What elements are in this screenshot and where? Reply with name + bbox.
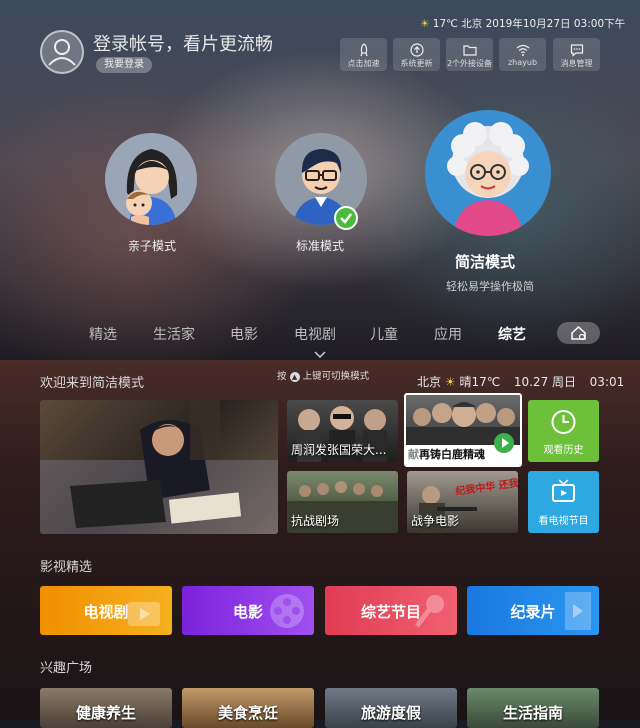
wifi-icon: [516, 44, 529, 56]
tab-kids[interactable]: 儿童: [370, 324, 398, 344]
status-bar: ☀ 17℃ 北京 2019年10月27日 03:00下午: [420, 16, 625, 31]
category-variety[interactable]: 综艺节目: [325, 586, 457, 635]
tab-tv-series[interactable]: 电视剧: [294, 324, 336, 344]
tile-2-caption: 献再铸白鹿精魂: [408, 448, 485, 461]
featured-tile-4[interactable]: 纪我中华 还我山河 战争电影: [407, 471, 518, 533]
category-variety-label: 综艺节目: [360, 603, 421, 621]
system-update-label: 系统更新: [400, 59, 433, 68]
mode-switch-hint: 按 ▲ 上键可切换模式: [277, 368, 369, 382]
external-devices-button[interactable]: 2个外接设备: [446, 38, 493, 71]
interest-life-guide[interactable]: 生活指南: [467, 688, 599, 728]
tile-1-caption: 周润发张国荣大...: [291, 443, 387, 457]
wifi-button[interactable]: zhayub: [499, 38, 546, 71]
rocket-icon: [359, 43, 368, 57]
tab-lifestyle[interactable]: 生活家: [153, 324, 195, 344]
category-tv-series[interactable]: 电视剧: [40, 586, 172, 635]
clock-icon: [551, 410, 576, 434]
tile-3-caption: 抗战剧场: [291, 514, 340, 528]
featured-tile-1[interactable]: 周润发张国荣大...: [287, 400, 398, 462]
speed-up-label: 点击加速: [347, 59, 380, 68]
tv-icon: [552, 479, 575, 502]
status-text: 17℃ 北京 2019年10月27日 03:00下午: [432, 18, 626, 30]
welcome-status: 北京 ☀ 晴17℃ 10.27 周日 03:01: [417, 373, 624, 390]
folder-icon: [462, 45, 477, 56]
home-icon: [571, 325, 586, 341]
wifi-label: zhayub: [507, 58, 538, 67]
interest-section-title: 兴趣广场: [40, 661, 93, 676]
date-text: 10.27 周日: [513, 375, 577, 389]
message-manage-button[interactable]: 消息管理: [553, 38, 600, 71]
interest-travel[interactable]: 旅游度假: [325, 688, 457, 728]
simple-mode-button[interactable]: [425, 110, 551, 236]
tab-variety[interactable]: 综艺: [498, 324, 526, 344]
interest-cooking[interactable]: 美食烹饪: [182, 688, 314, 728]
weather-text: 晴17℃: [459, 375, 501, 389]
sun-icon: ☀: [444, 375, 456, 389]
watch-history-button[interactable]: 观看历史: [528, 400, 599, 462]
category-movies-label: 电影: [232, 603, 263, 621]
category-documentary[interactable]: 纪录片: [467, 586, 599, 635]
welcome-title: 欢迎来到简洁模式: [40, 376, 145, 391]
user-icon: [48, 39, 76, 66]
featured-video-thumbnail: [40, 400, 278, 534]
featured-tile-2[interactable]: 献再铸白鹿精魂: [404, 393, 522, 467]
speed-up-button[interactable]: 点击加速: [340, 38, 387, 71]
sun-icon: ☀: [420, 18, 430, 30]
simple-mode-description: 轻松易学操作极简: [446, 280, 534, 293]
tile-2-prefix: 献: [408, 448, 419, 461]
location-text: 北京: [417, 375, 442, 389]
tile-4-caption: 战争电影: [411, 514, 460, 528]
category-documentary-label: 纪录片: [510, 603, 556, 621]
tv-guide-label: 看电视节目: [538, 516, 589, 527]
login-prompt[interactable]: 登录帐号，看片更流畅: [93, 30, 273, 56]
parent-child-mode-button[interactable]: [105, 133, 197, 225]
film-section-title: 影视精选: [40, 560, 93, 575]
upload-icon: [409, 43, 424, 57]
interest-health[interactable]: 健康养生: [40, 688, 172, 728]
featured-video-tile[interactable]: [40, 400, 278, 534]
home-button[interactable]: [557, 322, 600, 344]
message-manage-label: 消息管理: [560, 59, 593, 68]
featured-tile-3[interactable]: 抗战剧场: [287, 471, 398, 533]
system-update-button[interactable]: 系统更新: [393, 38, 440, 71]
login-button[interactable]: 我要登录: [96, 57, 152, 73]
selected-check-icon: [334, 206, 358, 230]
watch-history-label: 观看历史: [543, 445, 584, 456]
chevron-down-icon: [314, 344, 326, 363]
user-avatar[interactable]: [40, 30, 84, 74]
grandmother-avatar-icon: [447, 122, 529, 236]
parent-child-mode-label: 亲子模式: [128, 239, 177, 253]
tab-featured[interactable]: 精选: [89, 324, 117, 344]
hint-rest: 上键可切换模式: [302, 371, 370, 382]
play-icon[interactable]: [494, 433, 514, 453]
category-tv-series-label: 电视剧: [83, 603, 129, 621]
external-devices-label: 2个外接设备: [446, 59, 493, 68]
message-icon: [570, 44, 583, 57]
standard-mode-label: 标准模式: [296, 239, 345, 253]
simple-mode-label: 简洁模式: [455, 253, 516, 271]
tv-guide-button[interactable]: 看电视节目: [528, 471, 599, 533]
category-movies[interactable]: 电影: [182, 586, 314, 635]
up-arrow-icon: ▲: [289, 371, 300, 382]
tab-movies[interactable]: 电影: [230, 324, 258, 344]
time-text: 03:01: [589, 375, 625, 389]
mother-baby-avatar-icon: [126, 149, 178, 225]
tab-apps[interactable]: 应用: [434, 324, 462, 344]
hint-prefix: 按: [277, 371, 287, 382]
